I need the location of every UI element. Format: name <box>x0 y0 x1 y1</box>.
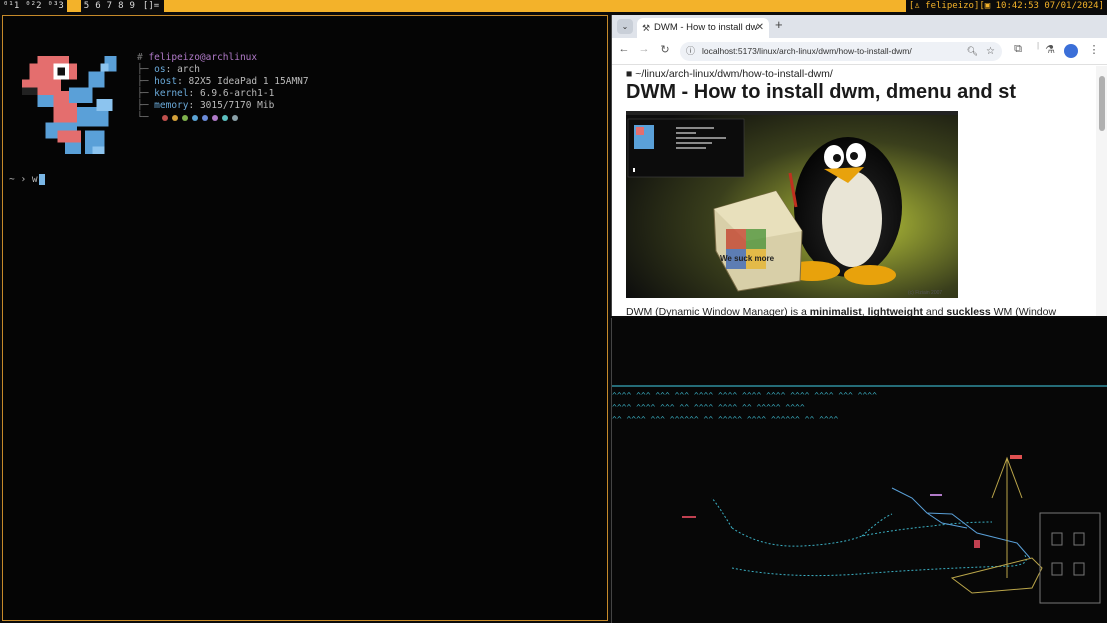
fetch-value-os: arch <box>177 64 200 75</box>
color-dot <box>192 114 199 121</box>
browser-window[interactable]: ⌄ ⚒ DWM - How to install dw ✕ + ← → ↻ ⓘ … <box>611 15 1107 316</box>
fetch-key-os: os <box>154 64 166 75</box>
breadcrumb-path: ~/linux/arch-linux/dwm/how-to-install-dw… <box>635 68 833 80</box>
whale-ascii <box>711 497 1027 577</box>
tag-9[interactable]: 9 <box>126 0 137 12</box>
birds-ascii <box>930 494 942 496</box>
tag-8[interactable]: 8 <box>115 0 126 12</box>
page-content[interactable]: ■ ~/linux/arch-linux/dwm/how-to-install-… <box>612 66 1107 316</box>
tux-screenshot-image: We suck more (c) Fiziain 2007 <box>626 111 958 298</box>
status-text: [♙ felipeizo][▣ 10:42:53 07/01/2024] <box>905 0 1107 12</box>
boat-ascii <box>950 456 1043 594</box>
typed-command[interactable]: w <box>32 174 38 185</box>
browser-toolbar: ← → ↻ ⓘ localhost:5173/linux/arch-linux/… <box>612 38 1107 65</box>
para-end: WM (Window <box>990 306 1057 316</box>
folder-icon: ■ <box>626 68 633 80</box>
plus-icon[interactable]: + <box>775 17 783 32</box>
terminal-window-left[interactable]: # felipeizo@archlinux ├─ os: arch ├─ hos… <box>2 15 608 621</box>
text-cursor <box>38 174 45 185</box>
color-dot <box>212 114 219 121</box>
image-credit: (c) Fiziain 2007 <box>908 290 942 296</box>
tab-active[interactable]: ⚒ DWM - How to install dw ✕ <box>637 18 769 38</box>
tab-strip: ⌄ ⚒ DWM - How to install dw ✕ + <box>612 15 1107 38</box>
para-text: DWM (Dynamic Window Manager) is a <box>626 306 810 316</box>
puzzle-icon[interactable]: ⧉ <box>1010 43 1026 56</box>
page-title: DWM - How to install dwm, dmenu and st <box>626 81 1016 103</box>
arrow-left-icon[interactable]: ← <box>616 43 632 55</box>
flag-ascii <box>1010 455 1022 459</box>
breadcrumb: ■ ~/linux/arch-linux/dwm/how-to-install-… <box>626 68 833 80</box>
sea-surface: ^^^^ ^^^ ^^^ ^^^ ^^^^ ^^^^ ^^^^ ^^^^ ^^^… <box>612 385 1107 424</box>
terminal-window-art[interactable]: ^^^^ ^^^ ^^^ ^^^ ^^^^ ^^^^ ^^^^ ^^^^ ^^^… <box>611 318 1107 623</box>
fetch-value-host: 82X5 IdeaPad 1 15AMN7 <box>188 76 309 87</box>
ascii-art-scene: ^^^^ ^^^ ^^^ ^^^ ^^^^ ^^^^ ^^^^ ^^^^ ^^^… <box>612 385 1107 604</box>
prompt-symbol: ~ › <box>9 174 32 185</box>
address-bar[interactable]: ⓘ localhost:5173/linux/arch-linux/dwm/ho… <box>680 42 1002 61</box>
shell-prompt[interactable]: ~ › w <box>9 174 45 185</box>
tree-branch: ├─ <box>137 100 155 111</box>
color-dots <box>162 114 239 121</box>
reload-icon[interactable]: ↻ <box>657 43 673 56</box>
porygon-sprite-icon <box>21 55 117 155</box>
fetch-value-kernel: 6.9.6-arch1-1 <box>199 88 275 99</box>
wave-rows: ^^^^ ^^^ ^^^ ^^^ ^^^^ ^^^^ ^^^^ ^^^^ ^^^… <box>612 391 877 424</box>
castle-ascii <box>1039 512 1101 604</box>
layout-symbol[interactable]: []= <box>138 0 164 12</box>
fetch-value-memory: 3015/7170 Mib <box>199 100 275 111</box>
arrow-right-icon[interactable]: → <box>636 43 652 55</box>
user-host: felipeizo@archlinux <box>148 52 258 63</box>
avatar-icon[interactable] <box>1064 44 1078 58</box>
fish-ascii <box>682 516 980 548</box>
color-dot <box>172 114 179 121</box>
tag-list: ⁰¹1 ⁰²2 ⁰³3 5 6 7 8 9 []= <box>0 0 165 12</box>
tree-branch: ├─ <box>137 88 155 99</box>
creature-ascii <box>891 487 1031 559</box>
tab-title: DWM - How to install dw <box>654 22 758 33</box>
url-text[interactable]: localhost:5173/linux/arch-linux/dwm/how-… <box>702 46 912 56</box>
tag-1[interactable]: ⁰¹1 <box>0 0 22 12</box>
dwm-favicon-icon: ⚒ <box>642 23 651 33</box>
intro-paragraph: DWM (Dynamic Window Manager) is a minima… <box>626 306 1056 316</box>
color-dot <box>162 114 169 121</box>
scrollbar-thumb[interactable] <box>1099 76 1105 131</box>
tag-2[interactable]: ⁰²2 <box>22 0 44 12</box>
para-bold-3: suckless <box>946 306 991 316</box>
star-icon[interactable]: ☆ <box>986 42 995 61</box>
tag-7[interactable]: 7 <box>104 0 115 12</box>
tree-branch: └─ <box>137 112 149 123</box>
para-bold-2: lightweight <box>867 306 923 316</box>
tag-5[interactable]: 5 <box>81 0 92 12</box>
status-bar: ⁰¹1 ⁰²2 ⁰³3 5 6 7 8 9 []= [♙ felipeizo][… <box>0 0 1107 12</box>
chevron-down-icon[interactable]: ⌄ <box>617 19 633 34</box>
site-info-icon[interactable]: ⓘ <box>686 42 695 61</box>
tree-branch: ├─ <box>137 64 155 75</box>
fetch-key-kernel: kernel <box>154 88 189 99</box>
tree-branch: ├─ <box>137 76 155 87</box>
image-caption: We suck more <box>720 254 775 263</box>
para-mid: and <box>923 306 947 316</box>
color-dot <box>182 114 189 121</box>
color-dot <box>232 114 239 121</box>
color-dot <box>202 114 209 121</box>
hash-prompt: # <box>137 52 149 63</box>
svg-text:^^^^ ^^^ ^^^ ^^^: ^^^^ ^^^ ^^^ ^^^ ^^^^ ^^^^ ^^^^ ^^^^ ^^^… <box>612 391 877 400</box>
svg-text:^^^^ ^^^^ ^^^ ^^: ^^^^ ^^^^ ^^^ ^^ ^^^^ ^^^^ ^^ ^^^^^ ^^^^ <box>612 403 805 412</box>
fetch-key-host: host <box>154 76 178 87</box>
zoom-icon[interactable]: 🔍︎ <box>967 42 978 61</box>
para-bold-1: minimalist <box>809 306 862 316</box>
tag-6[interactable]: 6 <box>92 0 103 12</box>
flask-icon[interactable]: ⚗ <box>1042 43 1058 56</box>
fetch-output: # felipeizo@archlinux ├─ os: arch ├─ hos… <box>137 52 309 123</box>
fetch-key-memory: memory <box>154 100 189 111</box>
tag-3[interactable]: ⁰³3 <box>45 0 67 12</box>
tag-4-selected[interactable] <box>66 0 81 12</box>
color-dot <box>222 114 229 121</box>
svg-text:^^ ^^^^ ^^^ ^^^^: ^^ ^^^^ ^^^ ^^^^^^ ^^ ^^^^^ ^^^^ ^^^^^^ … <box>612 415 839 424</box>
close-icon[interactable]: ✕ <box>756 18 764 38</box>
kebab-menu-icon[interactable]: ⋮ <box>1086 43 1102 56</box>
